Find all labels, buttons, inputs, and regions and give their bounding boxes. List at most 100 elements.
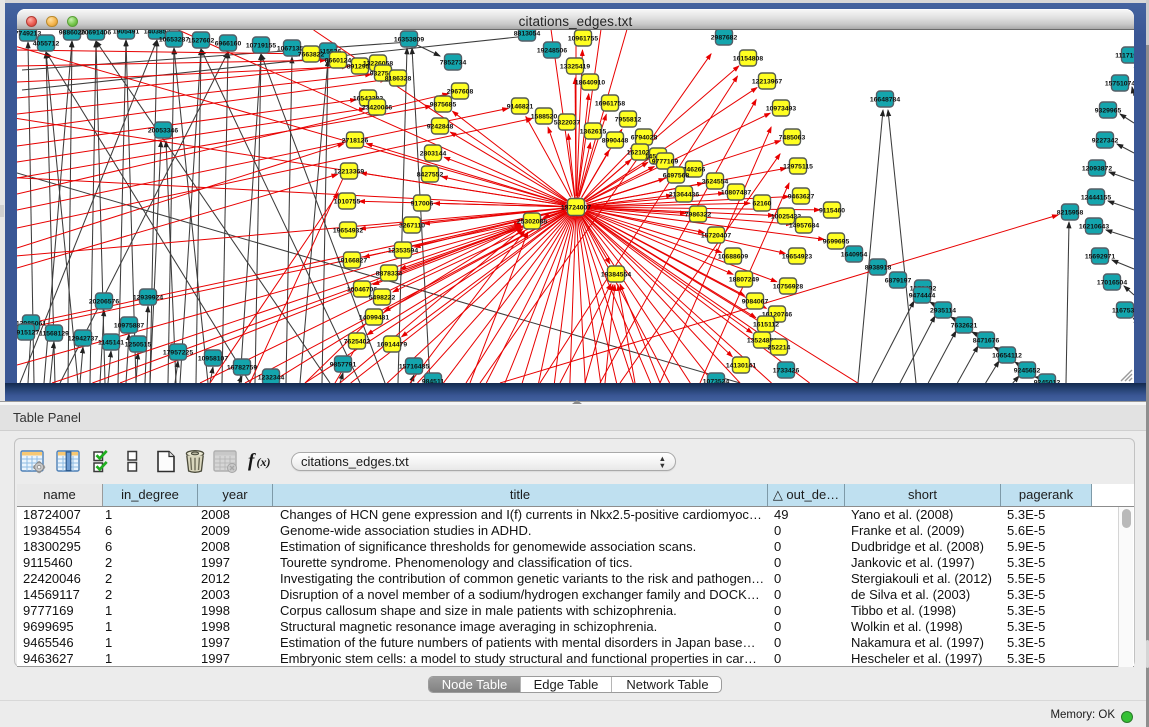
svg-text:9329965: 9329965 [1095,107,1122,114]
svg-text:17957225: 17957225 [163,349,193,356]
svg-text:10046706: 10046706 [347,286,377,293]
svg-text:2935114: 2935114 [930,307,956,314]
svg-text:19166827: 19166827 [337,257,367,264]
svg-text:8215958: 8215958 [1057,209,1084,216]
svg-text:4055712: 4055712 [33,40,60,47]
svg-text:15716485: 15716485 [399,363,429,370]
svg-text:1733426: 1733426 [773,367,800,374]
svg-text:9463627: 9463627 [788,193,815,200]
svg-text:7986322: 7986322 [685,211,712,218]
svg-text:20691406: 20691406 [81,30,111,36]
svg-text:1527602: 1527602 [188,37,215,44]
svg-text:7625402: 7625402 [344,338,371,345]
svg-text:10688609: 10688609 [718,253,748,260]
svg-text:17016504: 17016504 [1097,279,1127,286]
svg-text:9777169: 9777169 [652,158,679,165]
svg-text:5498222: 5498222 [369,294,396,301]
svg-text:3915127: 3915127 [17,329,39,336]
svg-text:1010755: 1010755 [334,198,361,205]
svg-text:12942737: 12942737 [68,335,98,342]
svg-text:13325419: 13325419 [560,63,590,70]
svg-text:10961755: 10961755 [568,35,598,42]
svg-text:7632621: 7632621 [951,322,978,329]
svg-text:9115460: 9115460 [819,207,845,214]
svg-text:10653287: 10653287 [159,36,189,43]
svg-text:19384554: 19384554 [601,271,631,278]
svg-text:8813054: 8813054 [514,30,541,37]
svg-text:1615112: 1615112 [753,321,779,328]
svg-text:917006: 917006 [411,200,434,207]
svg-text:62160: 62160 [753,200,772,207]
svg-text:8878334: 8878334 [376,270,403,277]
svg-text:16353809: 16353809 [394,36,424,43]
svg-text:9474444: 9474444 [909,292,936,299]
svg-text:10719155: 10719155 [246,42,276,49]
svg-text:12213369: 12213369 [334,168,364,175]
svg-text:15692971: 15692971 [1085,253,1115,260]
svg-text:6879197: 6879197 [885,277,912,284]
svg-text:6794028: 6794028 [631,134,658,141]
svg-text:9146821: 9146821 [507,103,534,110]
svg-text:12975115: 12975115 [783,163,813,170]
svg-text:2967608: 2967608 [447,88,474,95]
svg-text:9227342: 9227342 [1092,137,1119,144]
svg-text:9084067: 9084067 [742,298,769,305]
svg-text:14957684: 14957684 [789,222,819,229]
svg-text:19248506: 19248506 [537,47,567,54]
svg-text:11568129: 11568129 [39,330,69,337]
svg-text:1145141: 1145141 [98,339,124,346]
svg-text:1905491: 1905491 [113,30,140,35]
svg-text:16782759: 16782759 [227,364,257,371]
svg-text:2803144: 2803144 [420,150,447,157]
svg-text:7663822: 7663822 [298,51,325,58]
svg-text:14130141: 14130141 [726,362,756,369]
svg-text:25302085: 25302085 [517,218,547,225]
svg-text:20053346: 20053346 [148,127,178,134]
svg-text:8186328: 8186328 [385,75,412,82]
svg-text:9699695: 9699695 [823,238,850,245]
svg-text:10958107: 10958107 [198,355,228,362]
svg-text:18640910: 18640910 [575,79,605,86]
svg-text:12353594: 12353594 [388,247,418,254]
svg-text:19654923: 19654923 [782,253,812,260]
svg-text:7955812: 7955812 [615,116,642,123]
svg-text:18724007: 18724007 [561,204,591,211]
svg-text:15720407: 15720407 [701,232,731,239]
svg-text:10807487: 10807487 [721,189,751,196]
svg-text:12444155: 12444155 [1081,194,1111,201]
svg-text:3267110: 3267110 [399,222,425,229]
svg-text:20206576: 20206576 [89,298,119,305]
svg-text:12093872: 12093872 [1082,165,1112,172]
svg-text:15751074: 15751074 [1105,80,1134,87]
svg-text:6497568: 6497568 [663,172,690,179]
svg-text:f: f [248,451,256,472]
svg-text:(x): (x) [257,455,271,469]
svg-text:2987682: 2987682 [711,34,738,41]
svg-text:8471676: 8471676 [973,337,1000,344]
svg-text:21364436: 21364436 [669,191,699,198]
svg-text:1362615: 1362615 [580,128,607,135]
svg-text:10973493: 10973493 [766,105,796,112]
svg-text:14099481: 14099481 [359,314,389,321]
svg-text:9242848: 9242848 [427,123,454,130]
svg-text:5322037: 5322037 [554,119,581,126]
svg-text:12939924: 12939924 [133,294,163,301]
svg-text:16961758: 16961758 [595,100,625,107]
svg-text:8427552: 8427552 [417,171,444,178]
svg-text:9245012: 9245012 [1034,379,1061,383]
svg-text:16914479: 16914479 [377,341,407,348]
svg-text:19654932: 19654932 [333,227,363,234]
svg-text:16210643: 16210643 [1079,223,1109,230]
svg-text:1232344: 1232344 [258,374,285,381]
svg-text:23420046: 23420046 [362,104,392,111]
svg-text:8938918: 8938918 [865,264,892,271]
svg-text:1640954: 1640954 [841,251,868,258]
svg-text:9245652: 9245652 [1014,367,1041,374]
svg-text:252214: 252214 [768,344,791,351]
svg-text:1073524: 1073524 [703,378,730,383]
svg-text:984511: 984511 [422,378,445,383]
svg-text:3624554: 3624554 [702,178,729,185]
svg-text:1167534: 1167534 [1112,307,1134,314]
svg-text:16154808: 16154808 [733,55,763,62]
svg-text:1250515: 1250515 [125,341,152,348]
